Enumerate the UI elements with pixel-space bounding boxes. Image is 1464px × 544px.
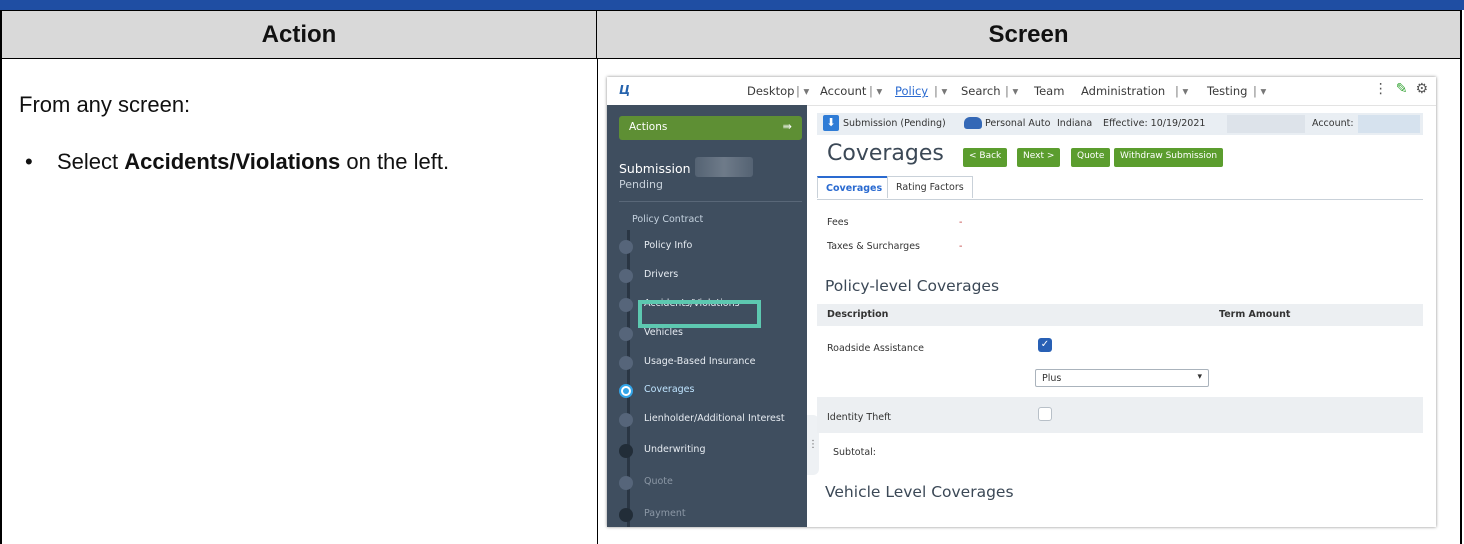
nav-account[interactable]: Account [820,84,866,98]
actions-button[interactable]: Actions ⇛ [619,116,802,140]
step-dot-icon [619,240,633,254]
redacted-submission-number [695,157,753,177]
identity-theft-label: Identity Theft [827,412,891,423]
instruction-emphasis: Accidents/Violations [124,149,341,174]
nav-search-chevron-icon[interactable]: | ▾ [1005,84,1018,98]
redacted-account-number [1358,115,1420,133]
back-button[interactable]: < Back [963,148,1008,167]
more-vertical-icon[interactable]: ⋮ [1374,81,1388,97]
instructions: From any screen: • Select Accidents/Viola… [19,90,579,176]
tab-bar: Coverages Rating Factors [817,172,1423,200]
nav-administration-chevron-icon[interactable]: | ▾ [1175,84,1188,98]
term-amount-column-header: Term Amount [1219,309,1291,320]
submission-status: Pending [619,178,663,191]
roadside-option-value: Plus [1042,373,1062,384]
actions-label: Actions [629,121,668,133]
step-dot-icon [619,356,633,370]
instruction-text-post: on the left. [340,149,450,174]
step-dot-icon [619,444,633,458]
nav-policy-chevron-icon[interactable]: | ▾ [934,84,947,98]
instruction-text-pre: Select [57,149,125,174]
sidebar-item-label: Vehicles [644,327,683,338]
identity-theft-row [817,397,1423,433]
nav-icons: ⋮ ✎ ⚙ [1374,81,1428,97]
instruction-intro: From any screen: [19,92,191,117]
column-divider [597,59,598,544]
fees-label: Fees [827,217,849,228]
subtotal-label: Subtotal: [833,447,877,458]
roadside-assistance-checkbox[interactable]: ✓ [1038,338,1052,352]
bullet-icon: • [25,149,33,174]
policy-info-bar: ⬇ Submission (Pending) Personal Auto Ind… [817,113,1423,135]
nav-desktop[interactable]: Desktop [747,84,794,98]
identity-theft-checkbox[interactable] [1038,407,1052,421]
highlight-box [638,300,761,328]
instruction-list: • Select Accidents/Violations on the left… [19,147,579,176]
chevron-down-icon: ▾ [1197,372,1202,382]
sidebar-item-label: Usage-Based Insurance [644,356,756,367]
sidebar-divider [619,201,802,202]
vehicle-level-coverages-title: Vehicle Level Coverages [825,483,1014,501]
car-icon [964,117,982,129]
nav-policy[interactable]: Policy [895,84,928,98]
nav-testing[interactable]: Testing [1207,84,1247,98]
roadside-option-select[interactable]: Plus ▾ [1035,369,1209,387]
nav-desktop-chevron-icon[interactable]: | ▾ [796,84,809,98]
taxes-label: Taxes & Surcharges [827,241,921,252]
current-step-icon [619,384,633,398]
step-dot-icon [619,476,633,490]
sidebar-item-label: Policy Info [644,240,693,251]
fees-value: - [959,217,963,228]
sidebar: Actions ⇛ Submission Pending Policy Contr… [607,105,807,527]
step-dot-icon [619,327,633,341]
top-navigation: Ц Desktop | ▾ Account | ▾ Policy | ▾ Sea… [607,77,1436,106]
page-title: Coverages [827,141,944,166]
nav-search[interactable]: Search [961,84,1001,98]
step-dot-icon [619,508,633,522]
step-dot-icon [619,298,633,312]
sidebar-item-label: Drivers [644,269,679,280]
info-state: Indiana [1057,118,1093,129]
main-panel: ⬇ Submission (Pending) Personal Auto Ind… [807,105,1436,527]
next-button[interactable]: Next > [1017,148,1061,167]
nav-account-chevron-icon[interactable]: | ▾ [869,84,882,98]
sidebar-item-label: Underwriting [644,444,706,455]
download-icon: ⬇ [823,115,839,131]
sidebar-item-label: Coverages [644,384,695,395]
document-top-bar [0,0,1464,10]
tab-coverages[interactable]: Coverages [817,176,892,198]
expand-icon: ⇛ [782,120,792,133]
step-dot-icon [619,269,633,283]
gear-icon[interactable]: ⚙ [1415,81,1428,97]
submission-title: Submission [619,161,691,176]
coverage-grid-header: Description Term Amount [817,304,1423,326]
step-dot-icon [619,413,633,427]
sidebar-item-label: Lienholder/Additional Interest [644,413,785,424]
withdraw-submission-button[interactable]: Withdraw Submission [1114,148,1224,167]
nav-team[interactable]: Team [1034,84,1064,98]
policy-level-coverages-title: Policy-level Coverages [825,277,1000,295]
info-product: Personal Auto [985,118,1051,129]
tab-rating-factors[interactable]: Rating Factors [887,176,973,198]
taxes-value: - [959,241,963,252]
screen-column-header: Screen [597,10,1462,59]
instruction-step: • Select Accidents/Violations on the left… [25,147,579,176]
sidebar-item-label: Quote [644,476,673,487]
sidebar-item-label: Payment [644,508,686,519]
action-column-header: Action [0,10,597,59]
description-column-header: Description [827,309,889,320]
quote-button[interactable]: Quote [1071,148,1111,167]
info-account: Account: [1312,118,1354,129]
info-submission: Submission (Pending) [843,118,946,129]
sidebar-item-label: Policy Contract [632,214,704,225]
redacted-policy-field [1227,115,1305,133]
app-logo-icon[interactable]: Ц [619,83,633,97]
nav-testing-chevron-icon[interactable]: | ▾ [1253,84,1266,98]
roadside-assistance-label: Roadside Assistance [827,343,924,354]
edit-icon[interactable]: ✎ [1396,81,1408,97]
info-effective: Effective: 10/19/2021 [1103,118,1206,129]
nav-administration[interactable]: Administration [1081,84,1165,98]
app-screenshot: Ц Desktop | ▾ Account | ▾ Policy | ▾ Sea… [607,77,1436,527]
